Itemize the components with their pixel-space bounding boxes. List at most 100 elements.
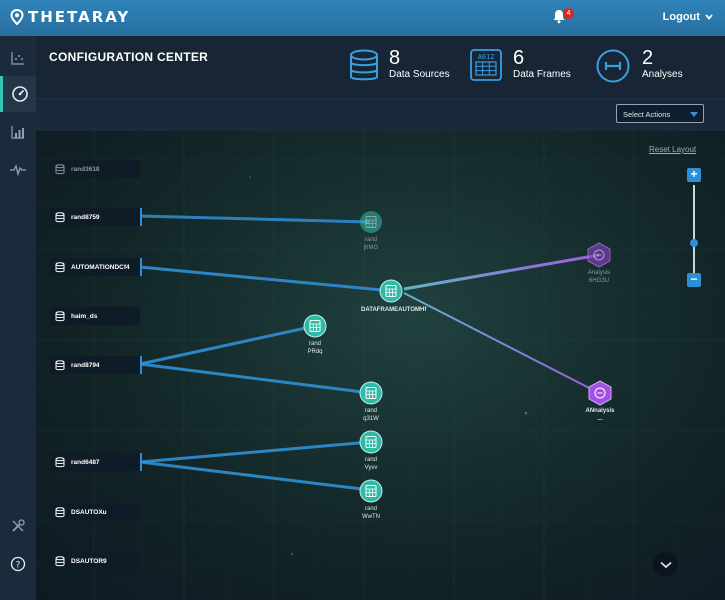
page-title: CONFIGURATION CENTER bbox=[49, 50, 209, 64]
sidebar-item-configuration[interactable] bbox=[0, 76, 36, 112]
edge-automation-dataframe bbox=[139, 265, 393, 293]
data-sources-count: 8 bbox=[389, 47, 401, 69]
database-icon bbox=[55, 163, 65, 174]
notification-badge: 4 bbox=[563, 8, 574, 19]
data-source-rand8759[interactable]: rand8759 bbox=[50, 208, 142, 226]
sidebar-item-tools[interactable] bbox=[0, 508, 36, 544]
stat-analyses[interactable]: 2 Analyses bbox=[595, 48, 683, 84]
data-source-label: rand8759 bbox=[71, 213, 100, 221]
pulse-wave-icon bbox=[10, 164, 26, 176]
data-source-rand6487[interactable]: rand6487 bbox=[50, 453, 142, 471]
data-frame-icon bbox=[359, 430, 383, 454]
node-label-line2: Vyvv bbox=[364, 464, 378, 471]
data-source-automationdcf4[interactable]: AUTOMATIONDCf4 bbox=[50, 258, 142, 276]
tools-icon bbox=[12, 519, 25, 532]
lineage-canvas[interactable]: Reset Layout + − rand3618 rand8759 AUTOM… bbox=[36, 131, 725, 600]
node-label-line2: ... bbox=[597, 415, 603, 422]
connector-bar bbox=[140, 208, 142, 226]
data-frame-icon: A012 bbox=[470, 49, 502, 81]
data-source-label: DSAUTOR9 bbox=[71, 557, 107, 565]
sidebar-item-monitoring[interactable] bbox=[0, 152, 36, 188]
reset-layout-link[interactable]: Reset Layout bbox=[649, 145, 696, 154]
database-icon bbox=[350, 49, 378, 81]
scatter-chart-icon bbox=[11, 52, 24, 65]
database-icon bbox=[55, 261, 65, 272]
node-label-line1: Analysis bbox=[587, 270, 611, 276]
data-frame-icon bbox=[359, 381, 383, 405]
zoom-out-button[interactable]: − bbox=[687, 273, 701, 287]
logout-button[interactable]: Logout bbox=[663, 11, 713, 23]
node-label-line2: 6HG3U bbox=[588, 277, 609, 284]
left-sidebar: ? bbox=[0, 36, 37, 600]
analysis-icon bbox=[596, 49, 630, 83]
data-frame-icon bbox=[359, 479, 383, 503]
edge-rand6487-WwTN bbox=[139, 460, 371, 492]
location-pin-icon bbox=[10, 9, 24, 25]
database-icon bbox=[55, 555, 65, 566]
database-icon bbox=[55, 211, 65, 222]
data-frame-icon-text: A012 bbox=[478, 53, 495, 61]
node-label-line2: jhMG bbox=[363, 244, 379, 251]
svg-text:?: ? bbox=[16, 560, 21, 570]
brand-logo[interactable]: THETARAY bbox=[10, 8, 130, 26]
database-icon bbox=[55, 359, 65, 370]
edge-rand6487-Vyvv bbox=[139, 440, 371, 464]
data-source-label: rand6487 bbox=[71, 458, 100, 466]
data-source-rand8794[interactable]: rand8794 bbox=[50, 356, 142, 374]
zoom-in-button[interactable]: + bbox=[687, 168, 701, 182]
node-label-line2: WwTN bbox=[362, 513, 380, 520]
node-label-line1: rand bbox=[308, 341, 321, 347]
logout-label: Logout bbox=[662, 11, 700, 23]
select-actions-value: Select Actions bbox=[623, 110, 671, 119]
data-frames-count: 6 bbox=[513, 47, 525, 69]
node-label-line1: rand bbox=[364, 237, 377, 243]
connector-bar bbox=[140, 453, 142, 471]
top-bar: THETARAY 4 Logout bbox=[0, 0, 725, 36]
bar-chart-icon bbox=[11, 126, 24, 139]
stat-data-sources[interactable]: 8 Data Sources bbox=[346, 48, 450, 84]
data-source-label: rand3618 bbox=[71, 165, 100, 173]
data-frame-icon bbox=[360, 211, 382, 233]
node-label-line2: PRdq bbox=[307, 348, 323, 355]
sidebar-item-scatter[interactable] bbox=[0, 40, 36, 76]
database-icon bbox=[55, 310, 65, 321]
node-label-line1: rand bbox=[364, 457, 377, 463]
analyses-count: 2 bbox=[642, 47, 654, 69]
analysis-hexagon-icon bbox=[587, 242, 611, 268]
database-icon bbox=[55, 506, 65, 517]
database-icon bbox=[55, 456, 65, 467]
brand-name: THETARAY bbox=[28, 8, 131, 26]
help-icon: ? bbox=[10, 556, 26, 572]
data-frames-label: Data Frames bbox=[513, 69, 571, 80]
edge-dataframe-analysis-2 bbox=[403, 292, 600, 394]
sidebar-item-help[interactable]: ? bbox=[0, 546, 36, 582]
connector-bar bbox=[140, 356, 142, 374]
stat-data-frames[interactable]: A012 6 Data Frames bbox=[470, 48, 571, 82]
analysis-hexagon-icon bbox=[588, 380, 612, 406]
actions-toolbar: Select Actions bbox=[36, 98, 725, 131]
select-actions-dropdown[interactable]: Select Actions bbox=[616, 104, 704, 123]
connector-bar bbox=[140, 258, 142, 276]
data-source-dsautoxu[interactable]: DSAUTOXu bbox=[50, 503, 140, 521]
node-label-line1: rand bbox=[364, 506, 377, 512]
chevron-down-icon bbox=[705, 14, 713, 20]
edge-rand8794-q31W bbox=[139, 362, 371, 395]
chevron-down-icon bbox=[659, 561, 672, 568]
scroll-down-button[interactable] bbox=[653, 552, 678, 577]
node-label-line1: ANnalysis bbox=[585, 408, 615, 414]
edge-rand8759-jhMG bbox=[139, 214, 370, 224]
data-source-rand3618[interactable]: rand3618 bbox=[50, 160, 140, 178]
data-source-dsautor9[interactable]: DSAUTOR9 bbox=[50, 552, 140, 570]
zoom-slider-handle[interactable] bbox=[690, 239, 698, 247]
header-band: CONFIGURATION CENTER 8 Data Sources A012… bbox=[36, 36, 725, 98]
data-source-label: haim_ds bbox=[71, 312, 98, 320]
data-source-label: rand8794 bbox=[71, 361, 100, 369]
data-source-haim-ds[interactable]: haim_ds bbox=[50, 307, 140, 325]
dashboard-gauge-icon bbox=[11, 86, 28, 102]
sidebar-item-analytics[interactable] bbox=[0, 114, 36, 150]
data-frame-icon bbox=[303, 314, 327, 338]
zoom-slider-track[interactable] bbox=[693, 185, 695, 273]
data-source-label: DSAUTOXu bbox=[71, 508, 107, 516]
node-label-line1: DATAFRAMEAUTOMHf bbox=[361, 307, 427, 313]
node-label-line2: q31W bbox=[363, 415, 379, 422]
